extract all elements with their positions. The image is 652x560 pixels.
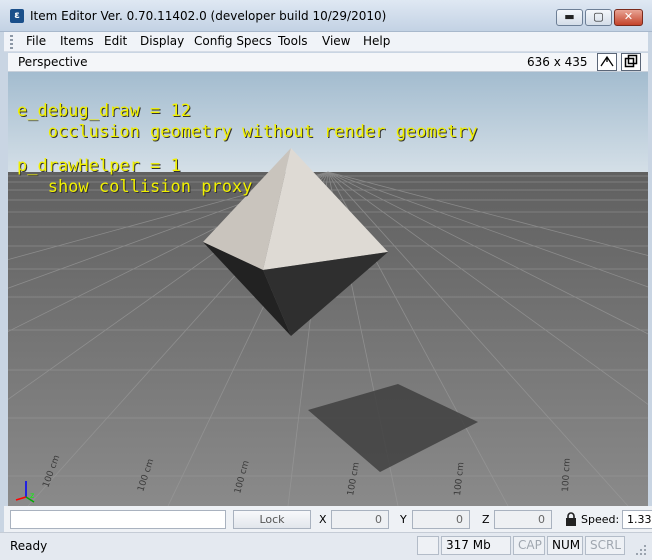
close-button[interactable]: ✕	[614, 9, 643, 26]
resize-grip-icon[interactable]	[634, 543, 648, 557]
bottom-toolbar: Lock Selection X 0 Y 0 Z 0 Speed: 1.33	[4, 506, 652, 543]
svg-text:z: z	[30, 491, 34, 500]
maximize-button[interactable]: ▢	[585, 9, 612, 26]
viewport-title[interactable]: Perspective	[18, 55, 88, 69]
toolbar-grip[interactable]	[10, 35, 13, 49]
menu-tools[interactable]: Tools	[278, 34, 308, 48]
viewport-header: Perspective 636 x 435	[8, 53, 648, 72]
lock-selection-button[interactable]: Lock Selection	[233, 510, 311, 543]
y-label: Y	[400, 513, 407, 526]
scrl-indicator: SCRL	[585, 536, 625, 555]
x-label: X	[319, 513, 327, 526]
overlay-draw-helper-desc: show collision proxy	[17, 177, 253, 197]
cap-indicator: CAP	[513, 536, 545, 555]
viewport-resolution: 636 x 435	[527, 55, 588, 69]
status-bar: Ready 317 Mb CAP NUM SCRL	[0, 532, 652, 560]
z-label: Z	[482, 513, 490, 526]
overlay-debug-draw-desc: occlusion geometry without render geomet…	[17, 122, 478, 142]
z-field[interactable]: 0	[494, 510, 552, 529]
status-panel-empty	[417, 536, 439, 555]
speed-input[interactable]: 1.33	[622, 510, 652, 529]
lock-icon[interactable]	[565, 512, 577, 526]
app-icon: ε	[10, 9, 24, 23]
minimize-button[interactable]: ▬	[556, 9, 583, 26]
menu-items[interactable]: Items	[60, 34, 94, 48]
menu-edit[interactable]: Edit	[104, 34, 127, 48]
overlay-draw-helper: p_drawHelper = 1	[17, 156, 181, 176]
svg-text:100 cm: 100 cm	[561, 458, 573, 492]
axis-icon	[600, 55, 614, 67]
viewport-maximize-button[interactable]	[621, 53, 641, 71]
num-indicator: NUM	[547, 536, 583, 555]
menu-view[interactable]: View	[322, 34, 350, 48]
menu-config-specs[interactable]: Config Specs	[194, 34, 272, 48]
status-text: Ready	[10, 539, 48, 553]
x-field[interactable]: 0	[331, 510, 389, 529]
title-bar: ε Item Editor Ver. 0.70.11402.0 (develop…	[0, 0, 652, 32]
memory-usage: 317 Mb	[441, 536, 511, 555]
speed-label: Speed:	[581, 513, 620, 526]
menu-help[interactable]: Help	[363, 34, 390, 48]
command-input[interactable]	[10, 510, 226, 529]
perspective-viewport[interactable]: 100 cm 100 cm 100 cm 100 cm 100 cm 100 c…	[8, 72, 648, 506]
window-restore-icon	[624, 54, 638, 68]
y-field[interactable]: 0	[412, 510, 470, 529]
menu-bar: File Items Edit Display Config Specs Too…	[4, 32, 648, 52]
menu-file[interactable]: File	[26, 34, 46, 48]
menu-display[interactable]: Display	[140, 34, 184, 48]
overlay-debug-draw: e_debug_draw = 12	[17, 101, 191, 121]
camera-mode-button[interactable]	[597, 53, 617, 71]
window-title: Item Editor Ver. 0.70.11402.0 (developer…	[30, 9, 387, 23]
